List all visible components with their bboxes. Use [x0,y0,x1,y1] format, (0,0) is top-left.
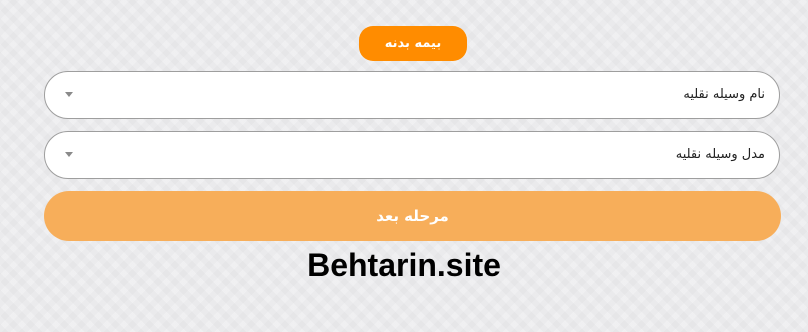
site-watermark: Behtarin.site [307,247,501,283]
vehicle-model-select-label: مدل وسیله نقلیه [675,147,765,162]
chevron-down-icon [65,92,73,97]
vehicle-name-select-label: نام وسیله نقلیه [683,87,765,102]
insurance-type-badge: بیمه بدنه [359,26,467,61]
chevron-down-icon [65,152,73,157]
vehicle-model-select[interactable]: مدل وسیله نقلیه [44,131,780,179]
next-step-button[interactable]: مرحله بعد [44,191,781,241]
vehicle-name-select[interactable]: نام وسیله نقلیه [44,71,780,119]
